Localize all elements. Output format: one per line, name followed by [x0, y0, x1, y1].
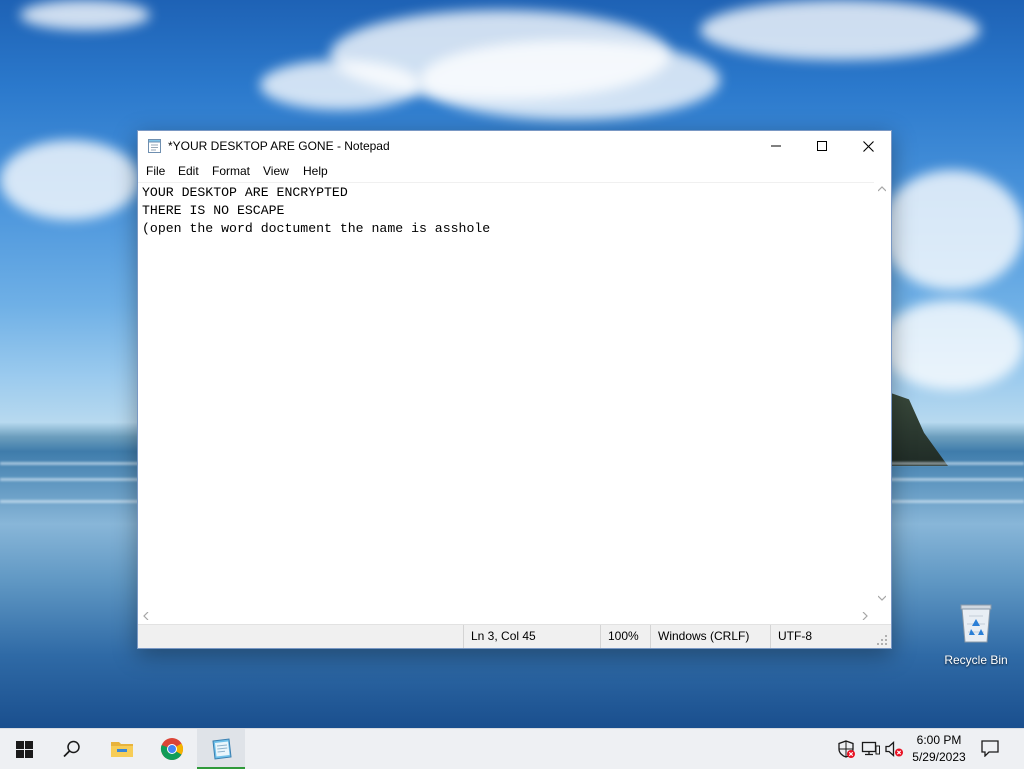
taskbar-notepad[interactable]: [197, 729, 245, 769]
taskbar: 6:00 PM 5/29/2023: [0, 728, 1024, 769]
minimize-button[interactable]: [753, 131, 799, 161]
cloud: [700, 0, 980, 60]
notification-icon: [981, 740, 999, 758]
volume-muted-icon: [885, 741, 903, 757]
menu-bar: File Edit Format View Help: [138, 161, 891, 181]
window-title: *YOUR DESKTOP ARE GONE - Notepad: [168, 139, 390, 153]
start-icon: [15, 740, 33, 758]
notepad-window: *YOUR DESKTOP ARE GONE - Notepad File Ed…: [137, 130, 892, 649]
title-bar[interactable]: *YOUR DESKTOP ARE GONE - Notepad: [138, 131, 891, 161]
cloud: [880, 170, 1024, 290]
minimize-icon: [771, 145, 781, 147]
system-clock[interactable]: 6:00 PM 5/29/2023: [906, 732, 972, 766]
notepad-icon: [148, 139, 161, 153]
security-tray[interactable]: [836, 739, 856, 759]
recycle-bin-icon: [960, 604, 992, 643]
menu-view[interactable]: View: [260, 164, 292, 178]
editor-line: THERE IS NO ESCAPE: [142, 203, 285, 218]
taskbar-file-explorer[interactable]: [98, 729, 146, 769]
network-tray[interactable]: [861, 739, 881, 759]
close-icon: [862, 140, 874, 152]
editor-line: YOUR DESKTOP ARE ENCRYPTED: [142, 185, 348, 200]
scroll-right-icon[interactable]: [862, 612, 868, 620]
file-explorer-icon: [111, 742, 133, 757]
clock-time: 6:00 PM: [916, 733, 962, 747]
notification-center-button[interactable]: [980, 739, 1002, 759]
status-position: Ln 3, Col 45: [463, 625, 600, 648]
volume-tray[interactable]: [884, 739, 904, 759]
scroll-down-icon[interactable]: [878, 595, 886, 601]
clock-date: 5/29/2023: [912, 750, 966, 764]
maximize-icon: [817, 141, 827, 151]
cloud: [880, 300, 1024, 390]
status-zoom: 100%: [600, 625, 650, 648]
text-editor[interactable]: YOUR DESKTOP ARE ENCRYPTED THERE IS NO E…: [138, 182, 874, 607]
status-encoding: UTF-8: [770, 625, 874, 648]
recycle-bin[interactable]: Recycle Bin: [940, 600, 1012, 672]
cliff: [888, 392, 948, 466]
menu-format[interactable]: Format: [209, 164, 253, 178]
cloud: [0, 140, 140, 220]
cloud: [420, 40, 720, 120]
network-icon: [861, 741, 880, 756]
menu-file[interactable]: File: [143, 164, 168, 178]
start-button[interactable]: [0, 729, 48, 769]
status-bar: Ln 3, Col 45 100% Windows (CRLF) UTF-8: [138, 624, 891, 648]
vertical-scrollbar[interactable]: [874, 182, 890, 607]
resize-grip-icon[interactable]: [876, 634, 888, 646]
status-line-ending: Windows (CRLF): [650, 625, 770, 648]
security-warning-icon: [838, 740, 855, 758]
notepad-icon: [212, 738, 232, 760]
menu-help[interactable]: Help: [300, 164, 331, 178]
menu-edit[interactable]: Edit: [175, 164, 202, 178]
editor-line: (open the word doctument the name is ass…: [142, 221, 491, 236]
horizontal-scrollbar[interactable]: [138, 607, 874, 624]
cloud: [20, 0, 150, 30]
recycle-bin-label: Recycle Bin: [944, 653, 1008, 667]
taskbar-chrome[interactable]: [148, 729, 196, 769]
close-button[interactable]: [845, 131, 891, 161]
chrome-icon: [160, 738, 183, 760]
cloud: [260, 60, 420, 110]
scroll-up-icon[interactable]: [878, 186, 886, 192]
search-button[interactable]: [48, 729, 96, 769]
scroll-corner: [874, 607, 890, 624]
search-icon: [63, 740, 80, 758]
maximize-button[interactable]: [799, 131, 845, 161]
scroll-left-icon[interactable]: [143, 612, 149, 620]
